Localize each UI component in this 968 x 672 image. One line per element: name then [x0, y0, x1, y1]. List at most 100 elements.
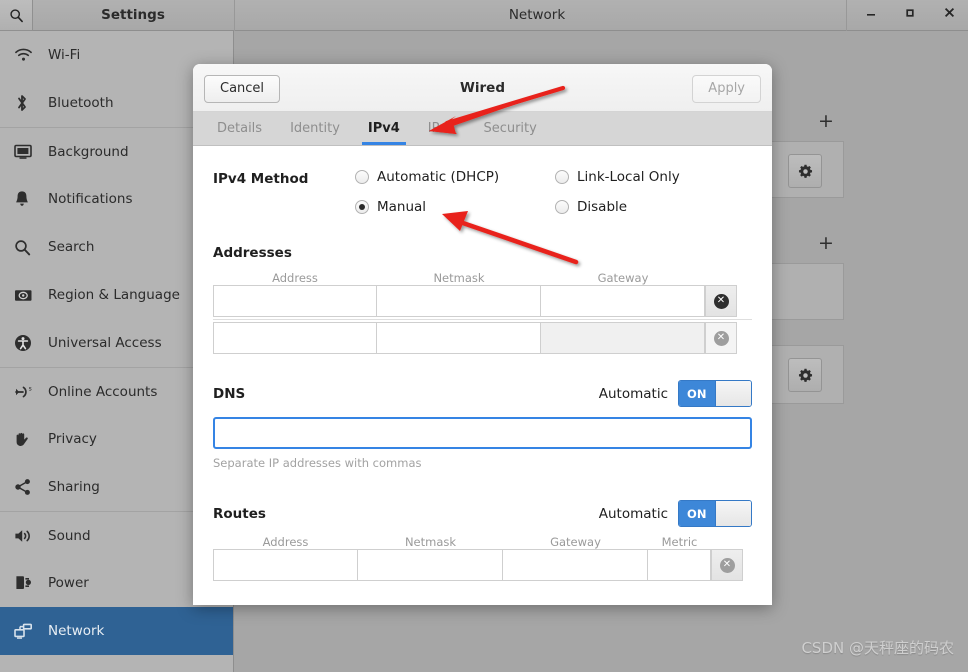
routes-toggle-knob [714, 501, 751, 526]
radio-link-local-only[interactable]: Link-Local Only [555, 169, 755, 185]
dns-automatic-toggle[interactable]: ON [678, 380, 752, 407]
add-connection-button-1[interactable]: + [818, 112, 834, 131]
tab-ipv6[interactable]: IPv6 [414, 112, 470, 145]
radio-label: Link-Local Only [577, 169, 680, 185]
maximize-button[interactable] [891, 0, 929, 31]
delete-icon: ✕ [713, 330, 729, 346]
sidebar-item-label: Sound [48, 527, 91, 544]
delete-route-button-1[interactable]: ✕ [711, 549, 743, 581]
maximize-icon [906, 9, 914, 17]
connection-settings-button-1[interactable] [788, 154, 822, 188]
dns-title: DNS [213, 385, 246, 402]
network-icon [14, 619, 42, 643]
route-gateway-input-1[interactable] [503, 549, 648, 581]
gateway-input-1[interactable] [541, 285, 705, 317]
sidebar-item-label: Region & Language [48, 287, 180, 303]
ipv4-method-options: Automatic (DHCP) Link-Local Only Manual … [355, 169, 755, 215]
wired-connection-dialog: Cancel Wired Apply Details Identity IPv4… [193, 64, 772, 605]
tab-security[interactable]: Security [469, 112, 550, 145]
connection-settings-button-2[interactable] [788, 358, 822, 392]
delete-address-button-2[interactable]: ✕ [705, 322, 737, 354]
radio-label: Automatic (DHCP) [377, 169, 500, 185]
column-header-address: Address [272, 271, 318, 285]
routes-section: Routes Automatic ON Address Netmask Gate… [213, 500, 752, 581]
gear-icon [798, 368, 812, 382]
region-language-icon [14, 283, 42, 307]
routes-toggle-state-label: ON [679, 501, 715, 526]
radio-circle-selected-icon [355, 200, 369, 214]
tab-details[interactable]: Details [203, 112, 276, 145]
netmask-input-1[interactable] [377, 285, 541, 317]
window-titlebar: Settings Network [0, 0, 968, 31]
dns-section: DNS Automatic ON Separate IP addresses w… [213, 380, 752, 470]
routes-automatic-control: Automatic ON [599, 500, 752, 527]
dialog-title: Wired [460, 80, 505, 96]
column-header-netmask: Netmask [433, 271, 485, 285]
dns-hint: Separate IP addresses with commas [213, 456, 422, 470]
routes-header: Routes Automatic ON [213, 500, 752, 527]
minimize-button[interactable] [852, 0, 890, 31]
ipv4-method-label: IPv4 Method [213, 171, 309, 187]
tab-identity[interactable]: Identity [276, 112, 354, 145]
address-row: ✕ [213, 322, 752, 354]
gear-icon [798, 164, 812, 178]
address-row-divider [213, 319, 752, 320]
dns-header: DNS Automatic ON [213, 380, 752, 407]
bell-icon [14, 187, 42, 211]
sidebar-item-label: Privacy [48, 431, 97, 447]
add-connection-button-2[interactable]: + [818, 234, 834, 253]
route-metric-input-1[interactable] [648, 549, 711, 581]
column-header-netmask: Netmask [404, 535, 457, 549]
routes-column-headers: Address Netmask Gateway Metric [213, 535, 752, 549]
addresses-title: Addresses [213, 245, 292, 261]
netmask-input-2[interactable] [377, 322, 541, 354]
delete-icon: ✕ [713, 293, 729, 309]
gateway-input-2[interactable] [541, 322, 705, 354]
power-plug-icon [14, 571, 42, 595]
radio-disable[interactable]: Disable [555, 199, 755, 215]
background-icon [14, 140, 42, 164]
delete-address-button-1[interactable]: ✕ [705, 285, 737, 317]
universal-access-icon [14, 331, 42, 355]
column-header-metric: Metric [661, 535, 698, 549]
radio-manual[interactable]: Manual [355, 199, 555, 215]
sidebar-item-network[interactable]: Network [0, 607, 233, 655]
radio-circle-icon [355, 170, 369, 184]
dns-automatic-label: Automatic [598, 385, 668, 402]
route-netmask-input-1[interactable] [358, 549, 503, 581]
delete-icon: ✕ [719, 557, 735, 573]
share-icon [14, 475, 42, 499]
search-icon [9, 8, 23, 22]
dns-input[interactable] [213, 417, 752, 449]
app-title: Settings [101, 7, 165, 23]
search-button[interactable] [0, 0, 33, 31]
window-title: Network [508, 7, 566, 23]
routes-automatic-toggle[interactable]: ON [678, 500, 752, 527]
apply-button[interactable]: Apply [692, 75, 761, 103]
radio-circle-icon [555, 200, 569, 214]
address-input-1[interactable] [213, 285, 377, 317]
sidebar-item-label: Notifications [48, 191, 133, 207]
speaker-icon [14, 524, 42, 548]
connection-row-2 [768, 263, 844, 320]
sidebar-item-label: Wi-Fi [48, 47, 81, 63]
search-icon [14, 235, 42, 259]
sidebar-item-label: Network [48, 623, 105, 639]
address-input-2[interactable] [213, 322, 377, 354]
route-address-input-1[interactable] [213, 549, 358, 581]
sidebar-item-label: Sharing [48, 479, 100, 495]
dialog-tabbar: Details Identity IPv4 IPv6 Security [193, 112, 772, 146]
routes-automatic-label: Automatic [598, 505, 668, 522]
dns-toggle-knob [714, 381, 751, 406]
tab-ipv4[interactable]: IPv4 [354, 112, 414, 145]
close-icon [944, 7, 954, 18]
sidebar-item-label: Online Accounts [48, 383, 158, 400]
column-header-address: Address [262, 535, 309, 549]
radio-automatic-dhcp[interactable]: Automatic (DHCP) [355, 169, 555, 185]
ipv4-method-section: IPv4 Method Automatic (DHCP) Link-Local … [213, 146, 752, 215]
addresses-column-headers: Address Netmask Gateway [213, 271, 752, 285]
close-button[interactable] [930, 0, 968, 31]
address-row: ✕ [213, 285, 752, 317]
sidebar-item-label: Background [48, 143, 129, 160]
bluetooth-icon [14, 91, 42, 115]
